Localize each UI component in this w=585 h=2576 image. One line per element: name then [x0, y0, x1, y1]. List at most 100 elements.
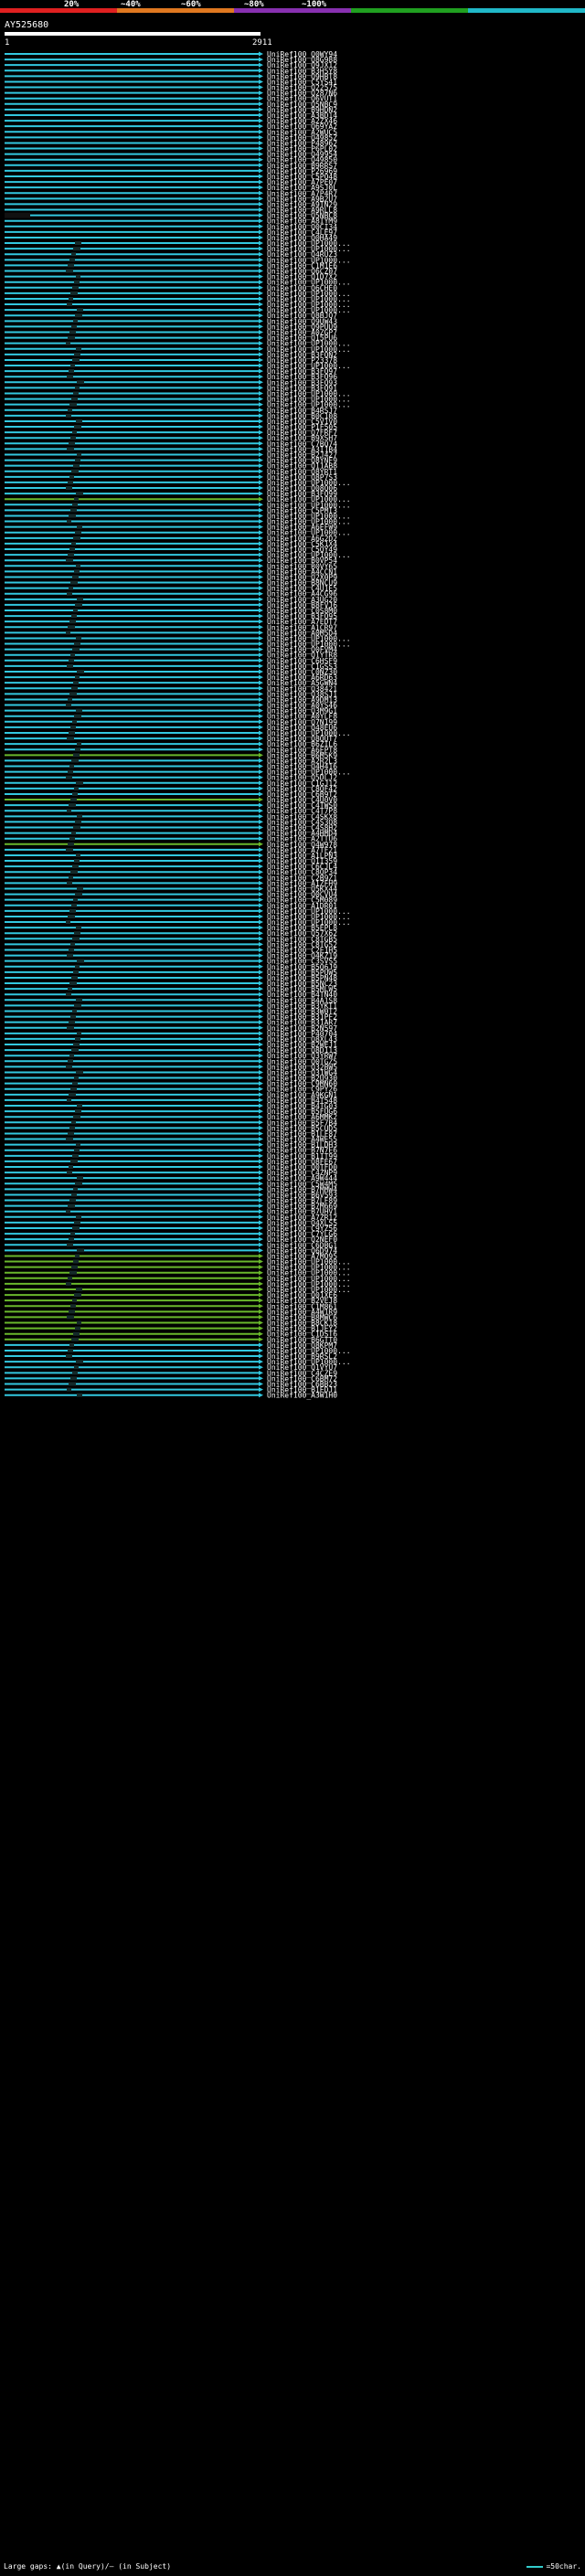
arrow-icon	[259, 458, 263, 463]
arrow-icon	[259, 274, 263, 280]
arrow-icon	[259, 775, 263, 780]
arrow-icon	[259, 224, 263, 229]
gap-block	[72, 1225, 80, 1230]
gap-block	[73, 319, 78, 323]
arrow-icon	[259, 463, 263, 469]
arrow-icon	[259, 419, 263, 424]
arrow-icon	[259, 1298, 263, 1303]
gap-block	[76, 708, 82, 713]
gap-block	[69, 1165, 73, 1169]
arrow-icon	[259, 1342, 263, 1348]
arrow-icon	[259, 179, 263, 185]
arrow-icon	[259, 185, 263, 190]
arrow-icon	[259, 914, 263, 919]
arrow-icon	[259, 813, 263, 819]
arrow-icon	[259, 953, 263, 959]
arrow-icon	[259, 1265, 263, 1270]
arrow-icon	[259, 307, 263, 313]
legend-scale: =50char.	[526, 2562, 581, 2571]
gap-block	[69, 803, 76, 808]
gap-block	[74, 931, 80, 936]
arrow-icon	[259, 1303, 263, 1309]
arrow-icon	[259, 1058, 263, 1064]
arrow-icon	[259, 741, 263, 747]
gap-block	[75, 1254, 80, 1258]
arrow-icon	[259, 991, 263, 997]
arrow-icon	[259, 981, 263, 986]
arrow-icon	[259, 780, 263, 786]
gap-block	[73, 609, 78, 612]
arrow-icon	[259, 747, 263, 752]
gap-block	[69, 1054, 74, 1058]
arrow-icon	[259, 658, 263, 663]
hit-label[interactable]: UniRef100_A3W1H0	[267, 1392, 337, 1400]
arrow-icon	[259, 496, 263, 502]
gap-block	[69, 836, 75, 841]
gap-block	[69, 514, 76, 518]
gap-block	[71, 1265, 78, 1269]
hit-row[interactable]: UniRef100_A3W1H0	[5, 1392, 337, 1400]
arrow-icon	[259, 608, 263, 613]
arrow-icon	[259, 446, 263, 451]
gap-block	[68, 987, 72, 991]
gap-block	[71, 614, 77, 619]
arrow-icon	[259, 525, 263, 530]
gap-block	[74, 280, 80, 284]
gap-block	[72, 791, 78, 796]
gap-block	[69, 1198, 76, 1203]
arrow-icon	[259, 535, 263, 541]
arrow-icon	[259, 825, 263, 831]
arrow-icon	[259, 1025, 263, 1031]
gap-block	[73, 1187, 78, 1192]
arrow-icon	[259, 1364, 263, 1370]
legend-line-icon	[526, 2565, 544, 2568]
arrow-icon	[259, 714, 263, 719]
arrow-icon	[259, 346, 263, 352]
arrow-icon	[259, 730, 263, 736]
gap-block	[71, 252, 76, 257]
gap-block	[69, 1382, 76, 1386]
arrow-icon	[259, 836, 263, 842]
gap-block	[75, 1109, 81, 1114]
arrow-icon	[259, 970, 263, 975]
gap-block	[69, 586, 73, 590]
gap-block	[76, 1287, 82, 1291]
gap-block	[66, 1209, 70, 1214]
gap-block	[74, 786, 79, 790]
arrow-icon	[259, 903, 263, 908]
arrow-icon	[259, 624, 263, 630]
gap-block	[66, 341, 70, 345]
arrow-icon	[259, 280, 263, 285]
arrow-icon	[259, 1387, 263, 1393]
arrow-icon	[259, 925, 263, 930]
arrow-icon	[259, 708, 263, 714]
arrow-icon	[259, 1259, 263, 1265]
gap-block	[76, 926, 81, 930]
arrow-icon	[259, 1326, 263, 1331]
arrow-icon	[259, 1198, 263, 1203]
gap-block	[76, 636, 81, 641]
gap-block	[66, 920, 70, 925]
gap-block	[73, 681, 79, 685]
arrow-icon	[259, 1125, 263, 1130]
arrow-icon	[259, 1053, 263, 1058]
arrow-icon	[259, 57, 263, 62]
arrow-icon	[259, 619, 263, 624]
gap-block	[69, 692, 77, 696]
arrow-icon	[259, 869, 263, 875]
gap-block	[71, 1120, 76, 1125]
gap-block	[75, 892, 82, 896]
arrow-icon	[259, 62, 263, 68]
arrow-icon	[259, 1337, 263, 1342]
gap-block	[67, 737, 74, 741]
gap-block	[68, 697, 72, 702]
gap-block	[74, 714, 81, 718]
arrow-icon	[259, 786, 263, 791]
gap-block	[77, 452, 81, 457]
gap-block	[76, 492, 83, 496]
gap-block	[68, 914, 75, 918]
gap-block	[73, 1259, 79, 1264]
arrow-icon	[259, 842, 263, 847]
gap-block	[74, 641, 80, 646]
gap-block	[76, 274, 80, 279]
